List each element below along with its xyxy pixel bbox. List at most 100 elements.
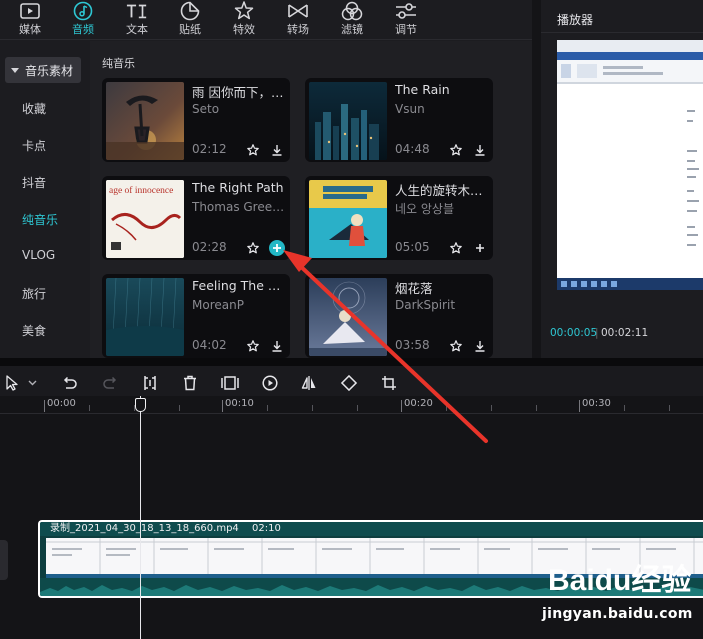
track-duration: 02:28 [192, 240, 227, 254]
chevron-down-icon [11, 67, 19, 73]
mirror-button[interactable] [299, 373, 319, 393]
ruler-tick [312, 405, 313, 411]
select-tool-button[interactable] [2, 373, 40, 393]
ruler-tick [222, 400, 223, 412]
tab-label: 贴纸 [179, 23, 201, 36]
track-duration: 04:02 [192, 338, 227, 352]
media-icon [19, 1, 41, 21]
tab-effects[interactable]: 特效 [224, 0, 264, 40]
tab-label: 特效 [233, 23, 255, 36]
play-icon [262, 375, 278, 391]
star-icon[interactable] [247, 340, 259, 352]
track-cover [309, 180, 387, 258]
effects-icon [233, 1, 255, 21]
add-to-track-button[interactable] [269, 240, 285, 256]
star-icon[interactable] [247, 144, 259, 156]
track-title: 雨 因你而下，… [192, 85, 284, 100]
ruler-tick [446, 405, 447, 411]
play-reverse-button[interactable] [260, 373, 280, 393]
download-icon[interactable] [269, 142, 285, 158]
tab-filter[interactable]: 滤镜 [332, 0, 372, 40]
time-separator: | [595, 327, 599, 339]
ruler-tick [357, 405, 358, 411]
panel-divider[interactable] [0, 358, 703, 366]
ruler-tick [401, 400, 402, 412]
tab-media[interactable]: 媒体 [10, 0, 50, 40]
track-card[interactable]: Feeling The Rain MoreanP 04:02 [102, 274, 290, 358]
track-card[interactable]: 烟花落 DarkSpirit 03:58 [305, 274, 493, 358]
track-artist: 네오 앙상블 [395, 202, 455, 216]
track-duration: 04:48 [395, 142, 430, 156]
main-toolbar: 媒体 音频 文本 贴纸 特效 转场 滤镜 调节 [0, 0, 532, 40]
rotate-button[interactable] [339, 373, 359, 393]
track-artist: Seto [192, 102, 220, 116]
tab-adjust[interactable]: 调节 [386, 0, 426, 40]
undo-icon [63, 376, 77, 389]
track-card[interactable]: 雨 因你而下，… Seto 02:12 [102, 78, 290, 162]
ruler-tick [579, 400, 580, 412]
track-control-handle[interactable] [0, 540, 8, 580]
track-card[interactable]: The Rain Vsun 04:48 [305, 78, 493, 162]
delete-button[interactable] [180, 373, 200, 393]
plus-icon[interactable] [472, 240, 488, 256]
tab-text[interactable]: 文本 [117, 0, 157, 40]
track-cover [309, 82, 387, 160]
playhead-handle[interactable] [135, 398, 146, 412]
tab-transition[interactable]: 转场 [278, 0, 318, 40]
star-icon[interactable] [247, 242, 259, 254]
sidebar-item-travel[interactable]: 旅行 [22, 285, 46, 302]
ruler-label: 00:20 [404, 398, 433, 409]
music-category-sidebar: 音乐素材 收藏 卡点 抖音 纯音乐 VLOG 旅行 美食 [0, 41, 90, 358]
crop-button[interactable] [379, 373, 399, 393]
track-duration: 05:05 [395, 240, 430, 254]
crop-icon [382, 376, 396, 390]
tab-audio[interactable]: 音频 [63, 0, 103, 40]
sidebar-item-favorites[interactable]: 收藏 [22, 100, 46, 117]
split-button[interactable] [140, 373, 160, 393]
track-artist: DarkSpirit [395, 298, 456, 312]
sidebar-item-beat[interactable]: 卡点 [22, 137, 46, 154]
download-icon[interactable] [472, 338, 488, 354]
sidebar-item-douyin[interactable]: 抖音 [22, 174, 46, 191]
download-icon[interactable] [472, 142, 488, 158]
trash-icon [184, 375, 196, 391]
edit-toolbar [0, 366, 703, 400]
star-icon[interactable] [450, 144, 462, 156]
track-title: The Rain [395, 82, 450, 97]
track-artist: Thomas Green… [192, 200, 286, 214]
track-title: The Right Path [192, 180, 284, 195]
ruler-label: 00:00 [47, 398, 76, 409]
freeze-frame-button[interactable] [220, 373, 240, 393]
ruler-tick [669, 405, 670, 411]
sidebar-item-food[interactable]: 美食 [22, 322, 46, 339]
tab-label: 文本 [126, 23, 148, 36]
track-card[interactable]: age of innocence The Right Path Thomas G… [102, 176, 290, 260]
undo-button[interactable] [60, 373, 80, 393]
download-icon[interactable] [269, 338, 285, 354]
track-card[interactable]: 人生的旋转木马… 네오 앙상블 05:05 [305, 176, 493, 260]
ruler-tick [44, 400, 45, 412]
music-library-dropdown[interactable]: 音乐素材 [5, 57, 81, 83]
music-list: 纯音乐 雨 因你而下，… Seto 02:12 The Rain Vsun 04… [90, 41, 532, 358]
playhead[interactable] [140, 396, 141, 639]
star-icon[interactable] [450, 242, 462, 254]
time-ruler[interactable]: 00:00 00:10 00:20 00:30 [0, 396, 703, 414]
ruler-tick [536, 405, 537, 411]
mirror-icon [301, 376, 316, 390]
section-title: 纯音乐 [102, 57, 135, 70]
tab-label: 媒体 [19, 23, 41, 36]
redo-button[interactable] [100, 373, 120, 393]
rotate-icon [340, 374, 358, 392]
video-preview[interactable] [557, 40, 703, 290]
player-panel: 播放器 00:00:05 | 00:02:11 [541, 0, 703, 358]
sidebar-item-vlog[interactable]: VLOG [22, 248, 55, 262]
player-title: 播放器 [557, 13, 594, 27]
track-title: 烟花落 [395, 281, 433, 296]
tab-label: 音频 [72, 23, 94, 36]
sidebar-item-pure-music[interactable]: 纯音乐 [22, 211, 58, 228]
text-icon [126, 1, 148, 21]
tab-sticker[interactable]: 贴纸 [170, 0, 210, 40]
track-cover [309, 278, 387, 356]
ruler-label: 00:30 [582, 398, 611, 409]
star-icon[interactable] [450, 340, 462, 352]
